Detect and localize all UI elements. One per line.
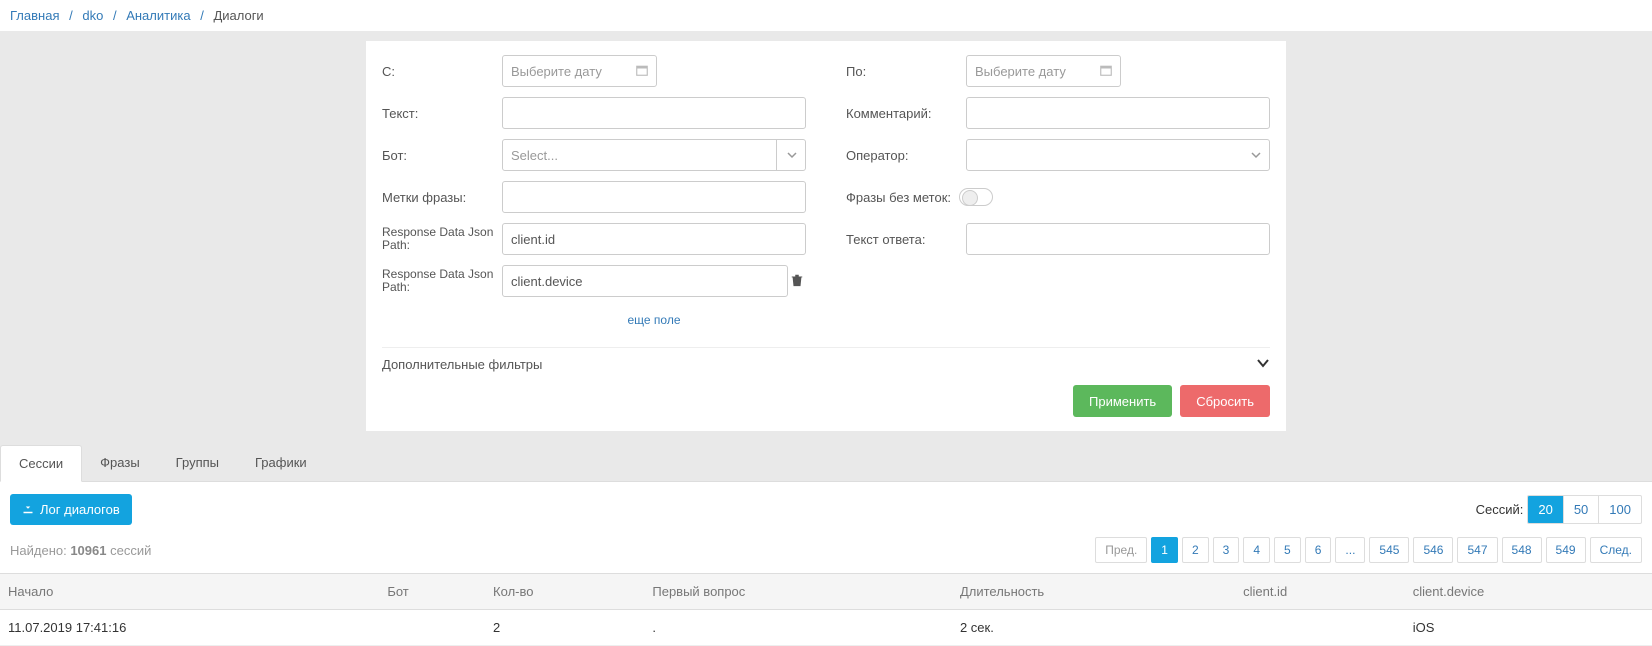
- comment-label: Комментарий:: [846, 106, 966, 121]
- pager-page-545[interactable]: 545: [1369, 537, 1409, 563]
- apply-button[interactable]: Применить: [1073, 385, 1172, 417]
- th-bot: Бот: [379, 574, 485, 610]
- answer-text-input[interactable]: [966, 223, 1270, 255]
- page-size-50[interactable]: 50: [1564, 496, 1599, 523]
- json-path-input-1[interactable]: [502, 223, 806, 255]
- filter-buttons: Применить Сбросить: [382, 385, 1270, 417]
- pager-page-5[interactable]: 5: [1274, 537, 1301, 563]
- chevron-down-icon: [1256, 356, 1270, 373]
- trash-icon: [790, 273, 804, 290]
- breadcrumb-sep: /: [63, 8, 79, 23]
- chevron-down-icon: [776, 140, 797, 170]
- bot-select[interactable]: Select...: [502, 139, 806, 171]
- comment-input[interactable]: [966, 97, 1270, 129]
- operator-label: Оператор:: [846, 148, 966, 163]
- th-duration: Длительность: [952, 574, 1235, 610]
- th-first: Первый вопрос: [644, 574, 952, 610]
- delete-json-path-button[interactable]: [788, 273, 806, 290]
- download-icon: [22, 502, 34, 517]
- answer-text-label: Текст ответа:: [846, 232, 966, 247]
- from-label: С:: [382, 64, 502, 79]
- cell-duration: 2 сек.: [952, 610, 1235, 646]
- page-size-100[interactable]: 100: [1599, 496, 1641, 523]
- th-start: Начало: [0, 574, 379, 610]
- breadcrumb-home[interactable]: Главная: [10, 8, 59, 23]
- tab-sessions[interactable]: Сессии: [0, 445, 82, 482]
- tab-phrases[interactable]: Фразы: [82, 445, 158, 481]
- to-label: По:: [846, 64, 966, 79]
- cell-bot: [379, 610, 485, 646]
- pager-next[interactable]: След.: [1590, 537, 1642, 563]
- breadcrumb-current: Диалоги: [213, 8, 263, 23]
- toolbar: Лог диалогов Сессий: 20 50 100: [0, 482, 1652, 533]
- date-from-input[interactable]: Выберите дату: [502, 55, 657, 87]
- sessions-table: Начало Бот Кол-во Первый вопрос Длительн…: [0, 573, 1652, 646]
- breadcrumb-sep: /: [194, 8, 210, 23]
- pager-page-2[interactable]: 2: [1182, 537, 1209, 563]
- pager-page-4[interactable]: 4: [1243, 537, 1270, 563]
- table-row[interactable]: 11.07.2019 17:41:16 2 . 2 сек. iOS: [0, 610, 1652, 646]
- breadcrumb: Главная / dko / Аналитика / Диалоги: [0, 0, 1652, 31]
- pager-page-3[interactable]: 3: [1213, 537, 1240, 563]
- tabs: Сессии Фразы Группы Графики: [0, 445, 1652, 482]
- th-client-id: client.id: [1235, 574, 1405, 610]
- page-size-20[interactable]: 20: [1528, 496, 1563, 523]
- pager-page-547[interactable]: 547: [1457, 537, 1497, 563]
- cell-count: 2: [485, 610, 644, 646]
- session-count: Сессий: 20 50 100: [1476, 495, 1642, 524]
- pager-prev[interactable]: Пред.: [1095, 537, 1147, 563]
- more-field-link[interactable]: еще поле: [382, 313, 806, 327]
- cell-first: .: [644, 610, 952, 646]
- th-count: Кол-во: [485, 574, 644, 610]
- untagged-toggle[interactable]: [959, 188, 993, 206]
- text-input[interactable]: [502, 97, 806, 129]
- calendar-icon: [1100, 64, 1112, 79]
- pager-page-549[interactable]: 549: [1546, 537, 1586, 563]
- pager-page-1[interactable]: 1: [1151, 537, 1178, 563]
- extra-filters-toggle[interactable]: Дополнительные фильтры: [382, 347, 1270, 373]
- breadcrumb-dko[interactable]: dko: [82, 8, 103, 23]
- pager: Пред. 1 2 3 4 5 6 ... 545 546 547 548 54…: [1095, 537, 1642, 563]
- calendar-icon: [636, 64, 648, 79]
- reset-button[interactable]: Сбросить: [1180, 385, 1270, 417]
- date-to-input[interactable]: Выберите дату: [966, 55, 1121, 87]
- cell-start: 11.07.2019 17:41:16: [0, 610, 379, 646]
- bot-label: Бот:: [382, 148, 502, 163]
- page-size-options: 20 50 100: [1527, 495, 1642, 524]
- bot-select-placeholder: Select...: [511, 148, 558, 163]
- sessions-label: Сессий:: [1476, 502, 1524, 517]
- text-label: Текст:: [382, 106, 502, 121]
- breadcrumb-analytics[interactable]: Аналитика: [126, 8, 190, 23]
- date-from-placeholder: Выберите дату: [511, 64, 602, 79]
- date-to-placeholder: Выберите дату: [975, 64, 1066, 79]
- pager-page-546[interactable]: 546: [1413, 537, 1453, 563]
- download-log-button[interactable]: Лог диалогов: [10, 494, 132, 525]
- untagged-label: Фразы без меток:: [846, 190, 951, 205]
- phrase-tags-label: Метки фразы:: [382, 190, 502, 205]
- pager-ellipsis[interactable]: ...: [1335, 537, 1365, 563]
- pager-page-548[interactable]: 548: [1502, 537, 1542, 563]
- cell-client-id: [1235, 610, 1405, 646]
- th-client-device: client.device: [1405, 574, 1652, 610]
- filter-area: С: Выберите дату По: Выберите дату Текст…: [0, 31, 1652, 445]
- tab-charts[interactable]: Графики: [237, 445, 325, 481]
- breadcrumb-sep: /: [107, 8, 123, 23]
- found-row: Найдено: 10961 сессий Пред. 1 2 3 4 5 6 …: [0, 533, 1652, 573]
- cell-client-device: iOS: [1405, 610, 1652, 646]
- phrase-tags-input[interactable]: [502, 181, 806, 213]
- json-path-label-1: Response Data Json Path:: [382, 226, 502, 252]
- json-path-input-2[interactable]: [502, 265, 788, 297]
- filter-panel: С: Выберите дату По: Выберите дату Текст…: [366, 41, 1286, 431]
- download-log-label: Лог диалогов: [40, 502, 120, 517]
- pager-page-6[interactable]: 6: [1305, 537, 1332, 563]
- tab-groups[interactable]: Группы: [158, 445, 237, 481]
- json-path-label-2: Response Data Json Path:: [382, 268, 502, 294]
- operator-select[interactable]: [966, 139, 1270, 171]
- extra-filters-label: Дополнительные фильтры: [382, 357, 542, 372]
- chevron-down-icon: [1251, 148, 1261, 163]
- found-text: Найдено: 10961 сессий: [10, 543, 151, 558]
